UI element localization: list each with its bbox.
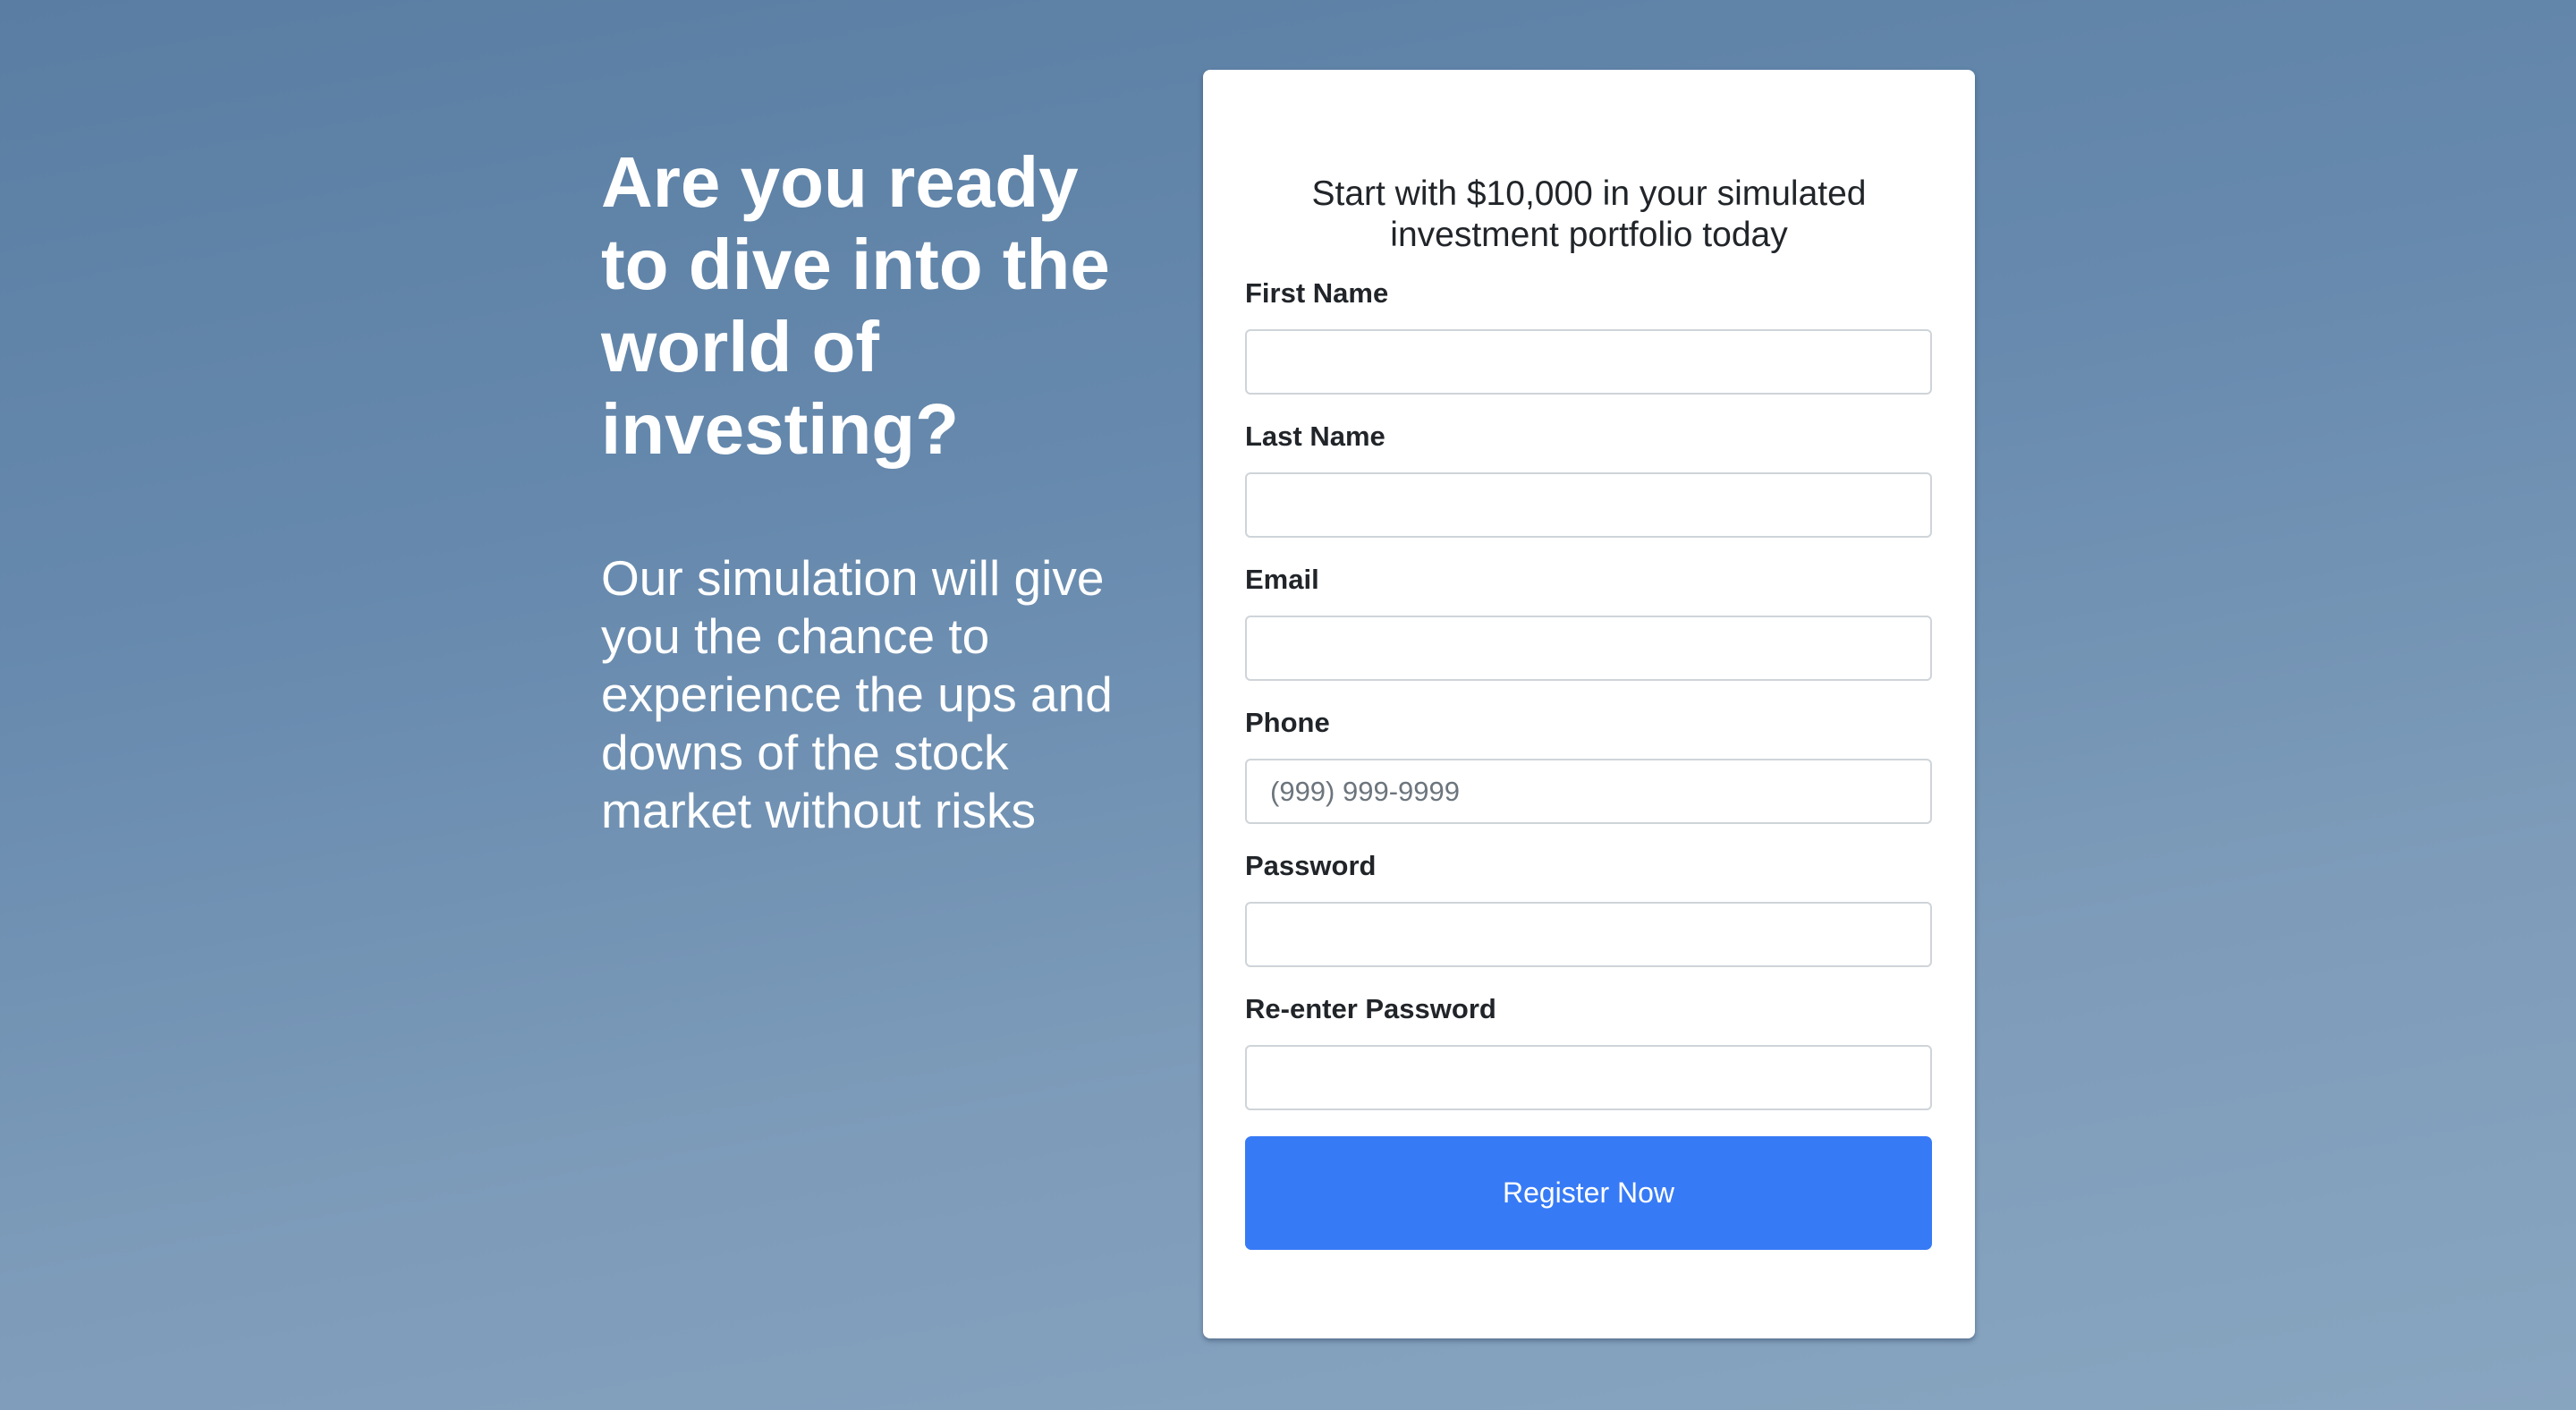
email-field: Email [1245,564,1933,681]
password-field: Password [1245,850,1933,967]
hero-description: Our simulation will give you the chance … [601,550,1113,838]
register-button[interactable]: Register Now [1245,1136,1932,1250]
first-name-field: First Name [1245,277,1933,395]
last-name-input[interactable] [1245,472,1932,538]
hero-section: Are you ready to dive into the world of … [601,141,1156,840]
last-name-field: Last Name [1245,420,1933,538]
confirm-password-input[interactable] [1245,1045,1932,1110]
phone-field: Phone [1245,707,1933,824]
password-input[interactable] [1245,902,1932,967]
last-name-label: Last Name [1245,420,1385,452]
phone-input[interactable] [1245,759,1932,824]
password-label: Password [1245,850,1377,881]
email-input[interactable] [1245,616,1932,681]
form-subtitle: Start with $10,000 in your simulated inv… [1311,174,1867,254]
confirm-password-field: Re-enter Password [1245,993,1933,1110]
email-label: Email [1245,564,1319,595]
hero-heading: Are you ready to dive into the world of … [601,142,1110,469]
phone-label: Phone [1245,707,1330,738]
confirm-password-label: Re-enter Password [1245,993,1496,1024]
first-name-label: First Name [1245,277,1389,309]
registration-form: Start with $10,000 in your simulated inv… [1203,70,1975,1338]
first-name-input[interactable] [1245,329,1932,395]
